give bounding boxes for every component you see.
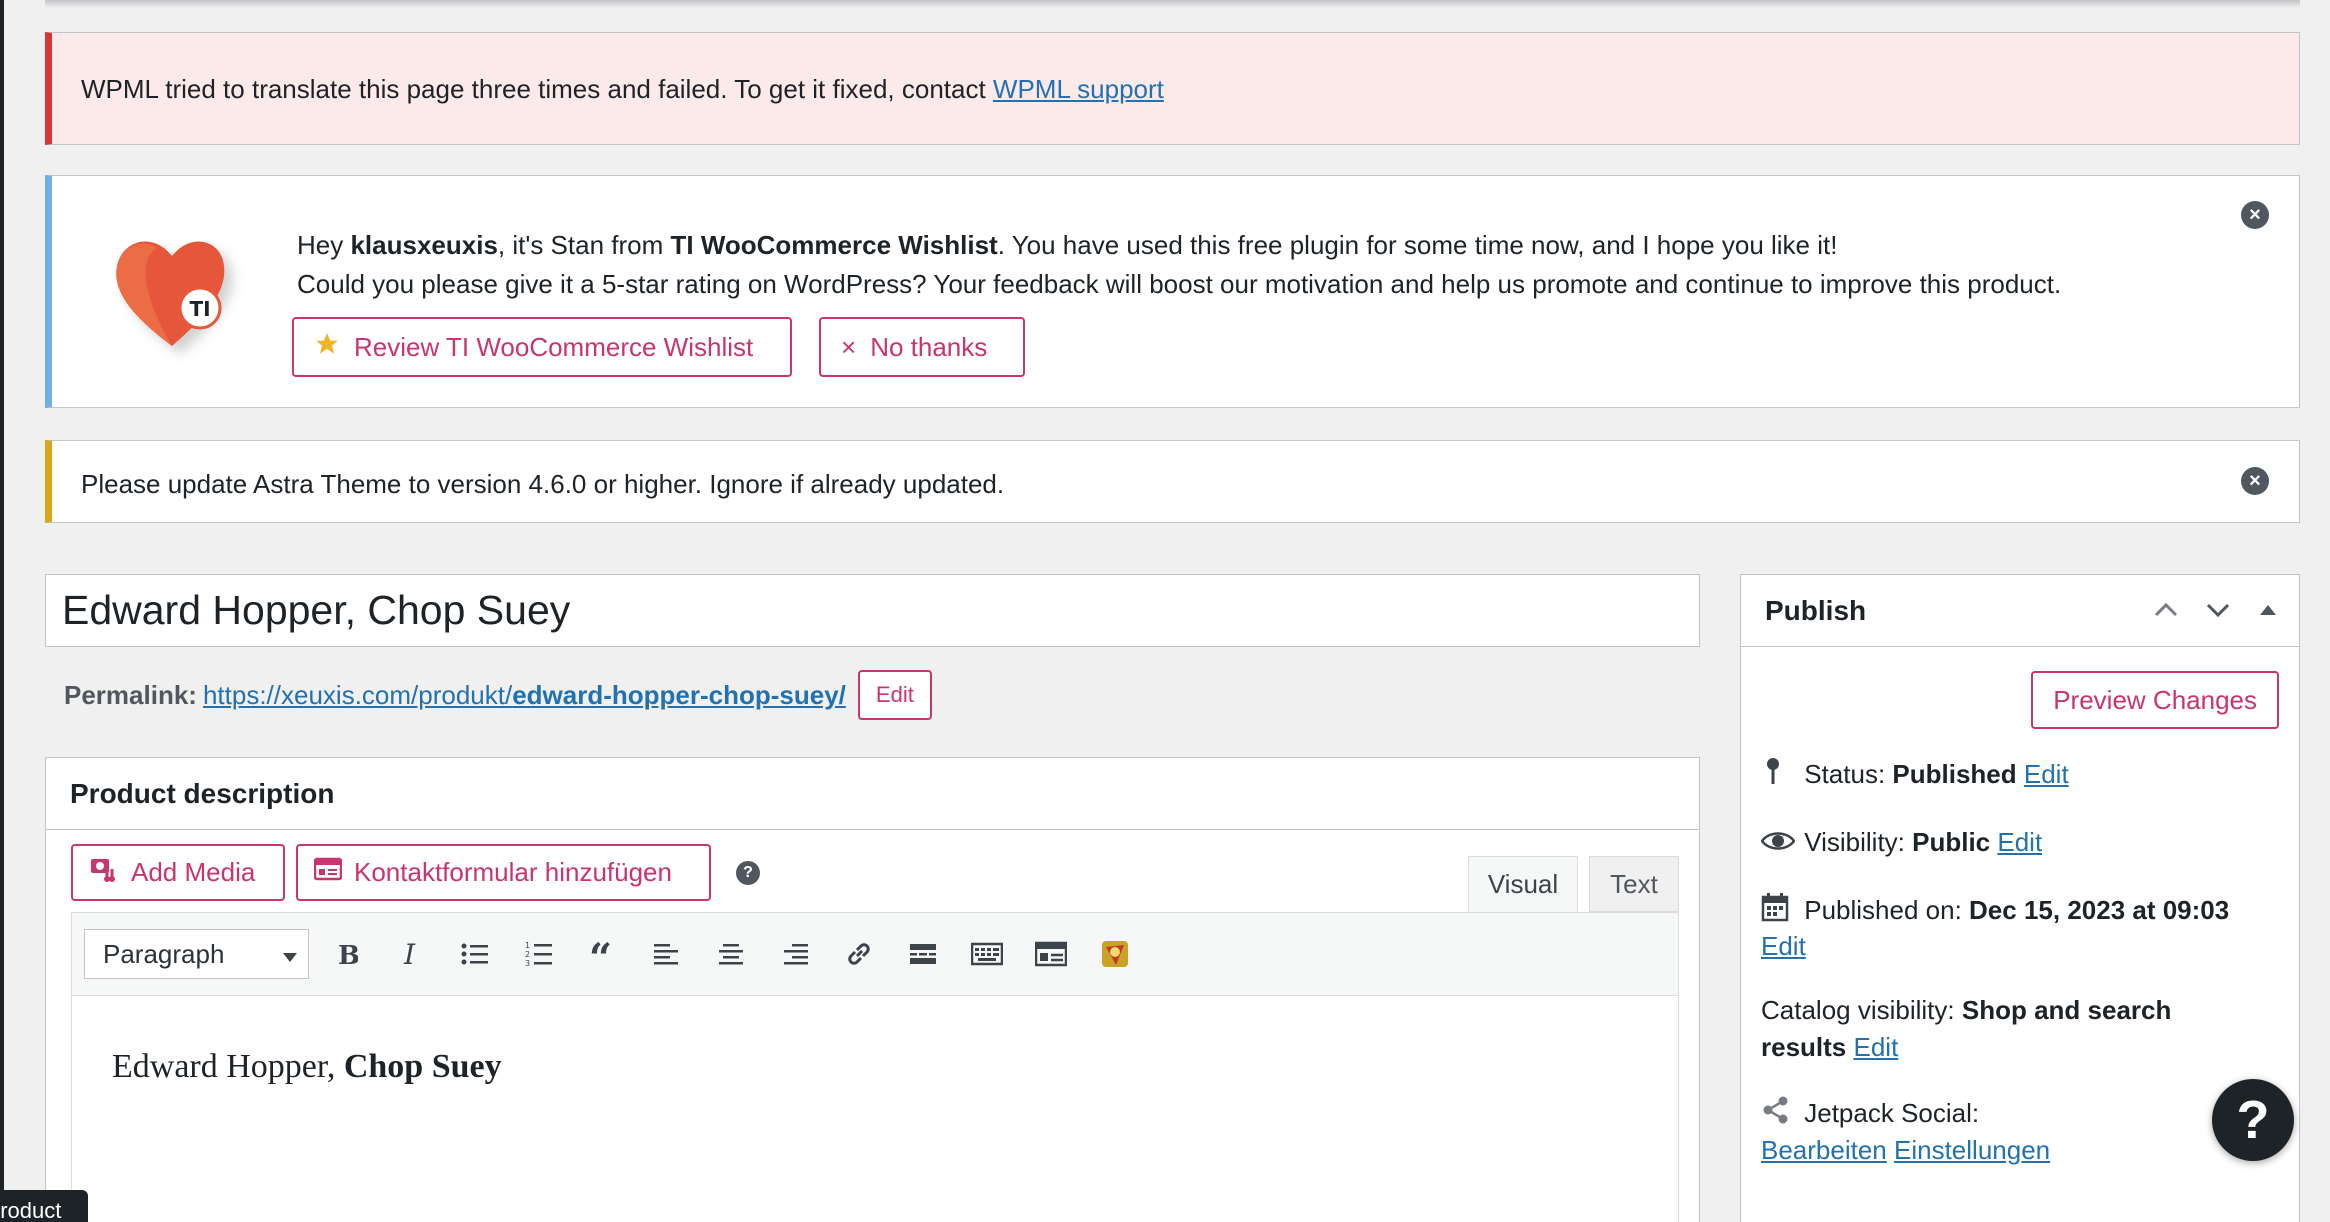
no-thanks-button[interactable]: × No thanks — [819, 317, 1025, 377]
ti-wishlist-message: Hey klausxeuxis, it's Stan from TI WooCo… — [297, 226, 2061, 304]
astra-update-notice: Please update Astra Theme to version 4.6… — [45, 440, 2300, 523]
svg-text:B: B — [338, 941, 358, 967]
wpml-support-link[interactable]: WPML support — [993, 74, 1164, 104]
review-wishlist-button[interactable]: Review TI WooCommerce Wishlist — [292, 317, 792, 377]
read-more-icon[interactable] — [891, 924, 955, 984]
chevron-up-icon[interactable] — [2151, 595, 2181, 630]
toolbar-shadow — [45, 0, 2300, 8]
svg-text:“: “ — [589, 942, 612, 966]
visibility-row: Visibility: Public Edit — [1760, 823, 2042, 863]
bullet-list-icon[interactable] — [443, 924, 507, 984]
dropdown-arrow-icon — [282, 939, 298, 970]
align-right-icon[interactable] — [763, 924, 827, 984]
jetpack-social-row: Jetpack Social: — [1761, 1094, 1979, 1135]
add-media-button[interactable]: Add Media — [71, 844, 285, 901]
bold-icon[interactable]: B — [315, 924, 379, 984]
wpml-message: WPML tried to translate this page three … — [81, 74, 1164, 104]
preview-changes-button[interactable]: Preview Changes — [2031, 671, 2279, 729]
tab-text[interactable]: Text — [1589, 856, 1679, 912]
editor-content-area[interactable]: Edward Hopper, Chop Suey — [71, 996, 1679, 1222]
keyboard-toolbar-toggle-icon[interactable] — [955, 924, 1019, 984]
align-left-icon[interactable] — [635, 924, 699, 984]
link-icon[interactable] — [827, 924, 891, 984]
catalog-visibility-edit-link[interactable]: Edit — [1854, 1032, 1899, 1062]
catalog-visibility-row-2: results Edit — [1761, 1032, 1899, 1062]
kontaktformular-button[interactable]: Kontaktformular hinzufügen — [296, 844, 711, 901]
jetpack-bearbeiten-link[interactable]: Bearbeiten — [1761, 1135, 1887, 1165]
editor-toolbar: Paragraph B I 123 “ — [71, 912, 1679, 996]
astra-message: Please update Astra Theme to version 4.6… — [81, 469, 1005, 499]
permalink-label: Permalink: — [64, 679, 197, 710]
tooltip: product — [0, 1190, 88, 1222]
star-icon — [314, 331, 340, 364]
svg-text:1: 1 — [525, 941, 530, 950]
format-select[interactable]: Paragraph — [84, 929, 309, 979]
help-icon[interactable]: ? — [736, 861, 760, 885]
dismiss-icon[interactable]: × — [2241, 467, 2269, 495]
eye-icon — [1760, 825, 1797, 863]
tab-visual[interactable]: Visual — [1468, 856, 1578, 912]
product-description-heading: Product description — [46, 758, 1699, 830]
add-media-icon — [89, 855, 119, 890]
post-title-input[interactable]: Edward Hopper, Chop Suey — [45, 574, 1700, 647]
wpml-error-notice: WPML tried to translate this page three … — [45, 32, 2300, 145]
ti-line-1: Hey klausxeuxis, it's Stan from TI WooCo… — [297, 230, 1838, 260]
pin-icon — [1761, 756, 1797, 796]
jetpack-links-row: Bearbeiten Einstellungen — [1761, 1131, 2050, 1169]
share-icon — [1761, 1095, 1797, 1135]
published-on-row: Published on: Dec 15, 2023 at 09:03 — [1761, 891, 2229, 932]
status-row: Status: Published Edit — [1761, 755, 2069, 796]
product-description-box: Product description Add Media Kontaktfor… — [45, 757, 1700, 1222]
blockquote-icon[interactable]: “ — [571, 924, 635, 984]
permalink-link[interactable]: https://xeuxis.com/produkt/edward-hopper… — [203, 680, 846, 711]
permalink-edit-button[interactable]: Edit — [857, 670, 932, 720]
admin-sidebar-edge — [0, 0, 4, 1222]
catalog-visibility-row: Catalog visibility: Shop and search — [1761, 995, 2172, 1025]
collapse-toggle-icon[interactable] — [2255, 595, 2281, 630]
published-on-edit-link[interactable]: Edit — [1761, 931, 1806, 961]
form-icon — [313, 857, 343, 888]
svg-text:3: 3 — [525, 959, 530, 967]
numbered-list-icon[interactable]: 123 — [507, 924, 571, 984]
ti-line-2: Could you please give it a 5-star rating… — [297, 269, 2062, 299]
close-icon: × — [841, 331, 857, 362]
ti-wishlist-notice: TI Hey klausxeuxis, it's Stan from TI Wo… — [45, 175, 2300, 408]
plugin-shortcode-icon[interactable] — [1083, 924, 1147, 984]
published-on-edit-row: Edit — [1761, 927, 1806, 965]
permalink-row: Permalink: https://xeuxis.com/produkt/ed… — [64, 670, 932, 720]
ti-logo-text: TI — [189, 297, 210, 321]
italic-icon[interactable]: I — [379, 924, 443, 984]
jetpack-einstellungen-link[interactable]: Einstellungen — [1894, 1135, 2050, 1165]
align-center-icon[interactable] — [699, 924, 763, 984]
svg-text:2: 2 — [525, 950, 530, 959]
editor-text: Edward Hopper, Chop Suey — [112, 1048, 502, 1085]
chevron-down-icon[interactable] — [2203, 595, 2233, 630]
dismiss-icon[interactable]: × — [2241, 201, 2269, 229]
help-fab-button[interactable]: ? — [2212, 1079, 2294, 1161]
insert-form-icon[interactable] — [1019, 924, 1083, 984]
visibility-edit-link[interactable]: Edit — [1997, 827, 2042, 857]
ti-wishlist-logo: TI — [112, 226, 262, 366]
svg-text:I: I — [403, 941, 416, 967]
status-edit-link[interactable]: Edit — [2024, 759, 2069, 789]
publish-box-controls — [2151, 595, 2281, 630]
